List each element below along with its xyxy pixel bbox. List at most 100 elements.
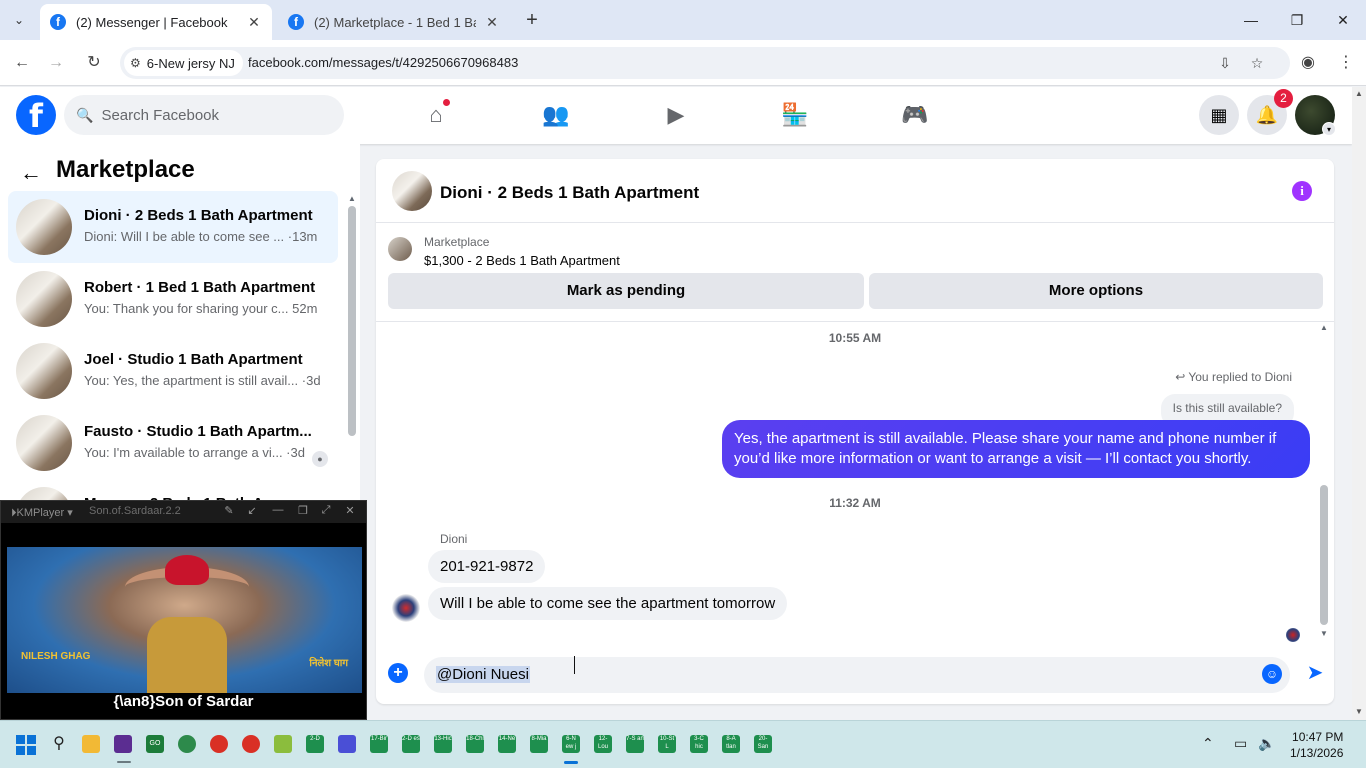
info-icon[interactable]: i <box>1292 181 1312 201</box>
marketplace-icon[interactable]: 🏪 <box>775 97 815 133</box>
scrollbar-thumb[interactable] <box>1320 485 1328 625</box>
volume-icon[interactable]: 🔈 <box>1258 735 1275 752</box>
sheet-icon[interactable]: 3-C hic <box>690 735 708 753</box>
sheet-icon[interactable]: 20-San <box>754 735 772 753</box>
tab-messenger[interactable]: f (2) Messenger | Facebook ✕ <box>40 4 272 40</box>
scroll-up-icon[interactable]: ▲ <box>1320 323 1328 332</box>
sheet-icon[interactable]: 2-D es <box>402 735 420 753</box>
profile-icon[interactable]: ◉ <box>1296 51 1320 75</box>
conversation-item[interactable]: Joel · Studio 1 Bath Apartment You: Yes,… <box>8 335 338 407</box>
message-input[interactable]: @Dioni Nuesi <box>424 657 1290 693</box>
sheet-icon[interactable]: 10-St L <box>658 735 676 753</box>
more-options-button[interactable]: More options <box>869 273 1323 309</box>
conversation-item[interactable]: Robert · 1 Bed 1 Bath Apartment You: Tha… <box>8 263 338 335</box>
emoji-icon[interactable]: ☺ <box>1262 664 1282 684</box>
browser-tabbar: ⌄ f (2) Messenger | Facebook ✕ f (2) Mar… <box>0 0 1366 40</box>
facebook-logo-icon[interactable]: f <box>16 95 56 135</box>
media-app-icon[interactable] <box>114 735 132 753</box>
reload-button[interactable]: ↻ <box>82 51 106 75</box>
search-icon[interactable]: ⚲ <box>50 735 68 753</box>
notification-badge: 2 <box>1274 89 1293 108</box>
tab-marketplace[interactable]: f (2) Marketplace - 1 Bed 1 Bath A ✕ <box>278 4 510 40</box>
tab-search-icon[interactable]: ⌄ <box>6 8 32 32</box>
chat-scrollbar[interactable]: ▲ ▼ <box>1318 323 1330 643</box>
sender-avatar[interactable] <box>392 594 420 622</box>
scrollbar-thumb[interactable] <box>348 206 356 436</box>
conversation-item[interactable]: Fausto · Studio 1 Bath Apartm... You: I'… <box>8 407 338 479</box>
scroll-up-icon[interactable]: ▲ <box>1355 89 1363 98</box>
sheet-icon[interactable]: 2-D <box>306 735 324 753</box>
add-attachment-icon[interactable]: + <box>388 663 408 683</box>
scroll-up-icon[interactable]: ▲ <box>348 194 356 203</box>
marketplace-listing-row[interactable]: Marketplace $1,300 - 2 Beds 1 Bath Apart… <box>388 233 988 269</box>
chrome-icon[interactable] <box>210 735 228 753</box>
scroll-down-icon[interactable]: ▼ <box>1320 629 1328 638</box>
shrink-icon[interactable]: ↙ <box>244 504 260 517</box>
sheet-icon[interactable]: 18-Chi <box>466 735 484 753</box>
tray-chevron-icon[interactable]: ⌃ <box>1202 735 1214 752</box>
gaming-icon[interactable]: 🎮 <box>895 97 935 133</box>
chrome-icon[interactable] <box>242 735 260 753</box>
network-icon[interactable]: ▭ <box>1234 735 1247 752</box>
notepad-icon[interactable] <box>274 735 292 753</box>
app-icon[interactable]: GO <box>146 735 164 753</box>
restore-icon[interactable]: ❐ <box>295 504 311 517</box>
video-frame[interactable]: NILESH GHAG निलेश घाग <box>7 547 362 693</box>
tab-close-icon[interactable]: ✕ <box>484 14 500 31</box>
outgoing-message[interactable]: Yes, the apartment is still available. P… <box>722 420 1310 478</box>
minimize-button[interactable]: — <box>1228 6 1274 34</box>
fullscreen-icon[interactable]: ⤢ <box>318 504 334 517</box>
back-arrow-icon[interactable]: ← <box>20 160 42 186</box>
tab-close-icon[interactable]: ✕ <box>246 14 262 31</box>
sheet-icon[interactable]: 12-Lou <box>594 735 612 753</box>
site-info-chip[interactable]: ⚙ 6-New jersy NJ <box>124 50 243 76</box>
back-button[interactable]: ← <box>10 51 34 75</box>
sheet-icon[interactable]: 7-S an <box>626 735 644 753</box>
chevron-down-icon[interactable]: ▾ <box>1322 122 1336 136</box>
sheet-icon[interactable]: 13-Hic <box>434 735 452 753</box>
incoming-message[interactable]: Will I be able to come see the apartment… <box>428 587 788 620</box>
sheet-icon[interactable]: 8-A tlan <box>722 735 740 753</box>
taskbar-clock[interactable]: 10:47 PM 1/13/2026 <box>1290 729 1343 761</box>
notifications-bell-icon[interactable]: 🔔 2 <box>1247 89 1293 135</box>
listing-avatar[interactable] <box>392 171 432 211</box>
sheet-icon[interactable]: 14-Ne <box>498 735 516 753</box>
friends-icon[interactable]: 👥 <box>536 97 576 133</box>
facebook-favicon-icon: f <box>50 14 66 30</box>
bookmark-star-icon[interactable]: ☆ <box>1246 52 1268 74</box>
omnibox[interactable]: ⚙ 6-New jersy NJ facebook.com/messages/t… <box>120 47 1290 79</box>
search-facebook-input[interactable]: 🔍 Search Facebook <box>64 95 344 135</box>
install-app-icon[interactable]: ⇩ <box>1214 52 1236 74</box>
url-text[interactable]: facebook.com/messages/t/4292506670968483 <box>248 55 518 70</box>
maximize-button[interactable]: ❐ <box>1274 6 1320 34</box>
browser-menu-icon[interactable]: ⋮ <box>1334 51 1358 75</box>
incoming-message[interactable]: 201-921-9872 <box>428 550 546 583</box>
new-tab-button[interactable]: + <box>520 8 544 32</box>
app-icon[interactable] <box>338 735 356 753</box>
mark-as-pending-button[interactable]: Mark as pending <box>388 273 864 309</box>
scroll-down-icon[interactable]: ▼ <box>1355 707 1363 716</box>
window-close-button[interactable]: ✕ <box>1320 6 1366 34</box>
video-icon[interactable]: ▶ <box>656 97 696 133</box>
close-icon[interactable]: ✕ <box>342 504 358 517</box>
sheet-icon[interactable]: 6-N ew j <box>562 735 580 753</box>
kmplayer-app-name[interactable]: ⏵KMPlayer ▾ <box>11 506 73 520</box>
sheet-icon[interactable]: 17-Bir <box>370 735 388 753</box>
home-icon[interactable]: ⌂ <box>416 97 456 133</box>
chat-title[interactable]: Dioni · 2 Beds 1 Bath Apartment <box>440 183 699 203</box>
conversation-list-scrollbar[interactable]: ▲ <box>346 194 358 508</box>
taskbar-indicator <box>117 761 131 763</box>
send-icon[interactable]: ➤ <box>1302 660 1328 686</box>
windows-start-icon[interactable] <box>16 735 36 755</box>
conversation-item[interactable]: Dioni · 2 Beds 1 Bath Apartment Dioni: W… <box>8 191 338 263</box>
sheet-icon[interactable]: 8-Mia <box>530 735 548 753</box>
forward-button[interactable]: → <box>44 51 68 75</box>
menu-grid-icon[interactable]: ▦ <box>1199 95 1239 135</box>
pin-icon[interactable]: ✎ <box>221 504 237 517</box>
kmplayer-titlebar[interactable]: ⏵KMPlayer ▾ Son.of.Sardaar.2.2 ✎ ↙ — ❐ ⤢… <box>1 501 366 523</box>
page-scrollbar[interactable]: ▲ ▼ <box>1352 87 1366 720</box>
minimize-icon[interactable]: — <box>270 504 286 516</box>
kmplayer-window[interactable]: ⏵KMPlayer ▾ Son.of.Sardaar.2.2 ✎ ↙ — ❐ ⤢… <box>0 500 367 720</box>
chrome-icon[interactable] <box>178 735 196 753</box>
file-explorer-icon[interactable] <box>82 735 100 753</box>
